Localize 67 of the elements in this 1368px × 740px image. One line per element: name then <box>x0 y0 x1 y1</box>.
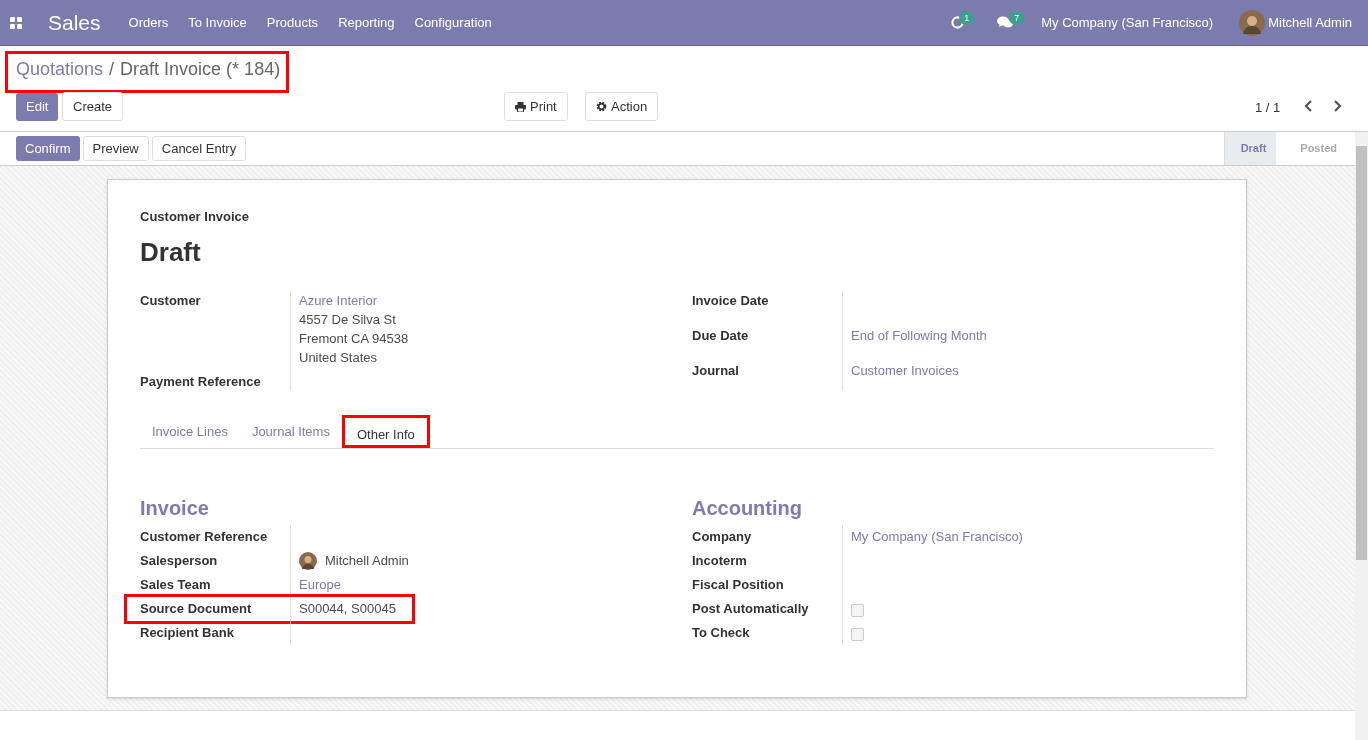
next-icon[interactable] <box>1332 100 1342 112</box>
menu-item[interactable]: Configuration <box>414 12 492 33</box>
field-label: Source Document <box>140 600 253 618</box>
create-button[interactable]: Create <box>62 92 124 121</box>
breadcrumb-link[interactable]: Quotations <box>16 57 104 81</box>
activity-button[interactable]: 1 <box>951 12 982 33</box>
group-title: Invoice <box>140 495 210 521</box>
field-value: 4557 De Silva St <box>299 310 397 329</box>
group-title: Accounting <box>692 495 803 521</box>
field-link[interactable]: End of Following Month <box>851 325 1214 345</box>
field-label: Recipient Bank <box>140 624 235 642</box>
field-value: Fremont CA 94538 <box>299 329 410 348</box>
field-label: Customer Reference <box>140 528 269 546</box>
message-count-badge: 7 <box>1009 10 1025 25</box>
company-switcher[interactable]: My Company (San Francisco) <box>1041 12 1214 33</box>
app-title[interactable]: Sales <box>48 6 101 39</box>
field-link[interactable]: My Company (San Francisco) <box>851 527 1023 546</box>
status-step[interactable]: Draft <box>1223 132 1277 165</box>
confirm-button[interactable]: Confirm <box>16 136 80 161</box>
gear-icon <box>596 101 607 112</box>
user-menu[interactable]: Mitchell Admin <box>1268 12 1352 33</box>
checkbox[interactable] <box>851 627 864 641</box>
apps-menu-icon[interactable] <box>10 16 22 29</box>
action-button[interactable]: Action <box>585 92 659 121</box>
tab[interactable]: Journal Items <box>239 414 342 448</box>
pager-value: 1 / 1 <box>1255 99 1281 117</box>
menu-item[interactable]: Products <box>266 12 319 33</box>
menu-item[interactable]: Reporting <box>338 12 395 33</box>
header-button[interactable]: Cancel Entry <box>151 136 247 161</box>
tab[interactable]: Other Info <box>341 414 430 448</box>
field-label: Incoterm <box>692 552 748 570</box>
document-type: Customer Invoice <box>140 208 251 226</box>
field-value: S00044, S00045 <box>299 600 396 618</box>
field-label: Company <box>692 528 753 546</box>
field-label: Post Automatically <box>692 600 810 618</box>
user-avatar[interactable] <box>1239 9 1266 36</box>
header-button[interactable]: Preview <box>82 136 149 161</box>
field-label: To Check <box>692 624 751 642</box>
tab[interactable]: Invoice Lines <box>140 414 240 448</box>
printer-icon <box>515 101 526 112</box>
user-avatar <box>299 551 317 570</box>
field-value: United States <box>299 348 379 367</box>
field-label: Invoice Date <box>692 291 770 310</box>
field-label: Journal <box>692 361 740 380</box>
breadcrumb-current: Draft Invoice (* 184) <box>120 58 281 81</box>
edit-button[interactable]: Edit <box>16 93 59 121</box>
print-button[interactable]: Print <box>504 92 568 121</box>
field-label: Customer <box>140 291 202 310</box>
menu-item[interactable]: To Invoice <box>188 12 247 33</box>
field-label: Sales Team <box>140 576 212 594</box>
menu-item[interactable]: Orders <box>128 12 169 33</box>
field-link[interactable]: Azure Interior <box>299 290 662 310</box>
field-link[interactable]: Europe <box>299 575 341 594</box>
breadcrumb-separator: / <box>109 58 115 81</box>
field-link[interactable]: Customer Invoices <box>851 360 1214 380</box>
field-value: Mitchell Admin <box>325 552 409 570</box>
field-label: Fiscal Position <box>692 576 785 594</box>
activity-count-badge: 1 <box>959 10 975 25</box>
field-label: Due Date <box>692 326 750 345</box>
invoice-status-title: Draft <box>140 235 202 269</box>
scrollbar[interactable] <box>1355 132 1368 740</box>
previous-icon[interactable] <box>1304 100 1314 112</box>
clock-icon <box>951 16 965 29</box>
messages-button[interactable]: 7 <box>997 12 1028 33</box>
field-label: Payment Reference <box>140 372 262 391</box>
checkbox[interactable] <box>851 603 864 617</box>
field-label: Salesperson <box>140 552 219 570</box>
